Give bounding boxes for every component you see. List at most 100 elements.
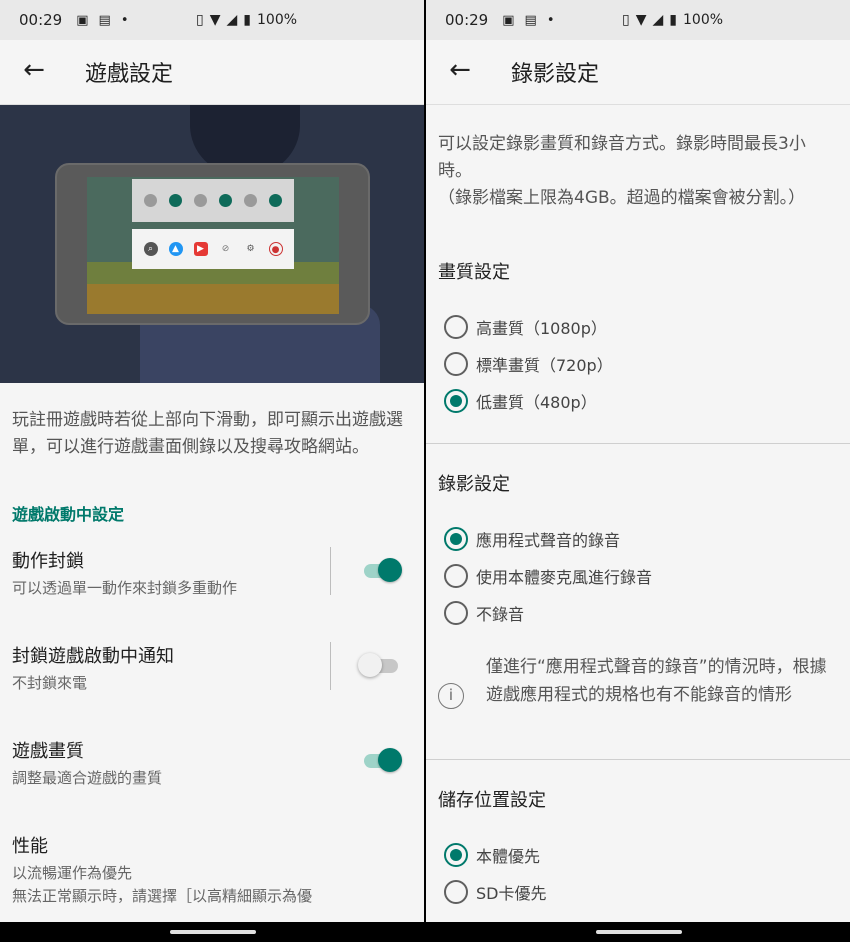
storage-radio-group: 本體優先 SD卡優先: [426, 836, 850, 910]
setting-title: 動作封鎖: [12, 551, 84, 572]
page-title: 錄影設定: [511, 62, 600, 87]
battery-level: 100%: [683, 12, 724, 28]
radio-button-selected[interactable]: [444, 842, 468, 867]
game-settings-screen: 00:29 ▣ ▤ • ▯ ▼ ◢ ▮ 100% ← 遊戲設定 ⌕ ▲ ▶ ⊘ …: [0, 0, 424, 942]
storage-heading: 儲存位置設定: [438, 790, 546, 811]
recording-option-microphone[interactable]: 使用本體麥克風進行錄音: [426, 557, 850, 594]
battery-icon: ▮: [669, 12, 677, 28]
setting-title: 遊戲畫質: [12, 741, 84, 762]
section-label-in-game: 遊戲啟動中設定: [12, 505, 125, 524]
status-bar: 00:29 ▣ ▤ • ▯ ▼ ◢ ▮ 100%: [426, 0, 850, 40]
setting-game-quality[interactable]: 遊戲畫質 調整最適合遊戲的畫質: [0, 737, 424, 832]
game-settings-description: 玩註冊遊戲時若從上部向下滑動，即可顯示出遊戲選單，可以進行遊戲畫面側錄以及搜尋攻…: [12, 410, 403, 457]
radio-label: 高畫質（1080p）: [476, 318, 607, 338]
wifi-icon: ▼: [635, 12, 647, 28]
illustration-tool-row: ⌕ ▲ ▶ ⊘ ⚙ ●: [132, 229, 294, 269]
recording-option-app-audio[interactable]: 應用程式聲音的錄音: [426, 520, 850, 557]
app-bar: ← 錄影設定: [426, 40, 850, 105]
wifi-icon: ▼: [209, 12, 221, 28]
radio-button[interactable]: [444, 563, 468, 588]
radio-label: SD卡優先: [476, 883, 547, 903]
radio-button-selected[interactable]: [444, 526, 468, 551]
quality-option-1080p[interactable]: 高畫質（1080p）: [426, 308, 850, 345]
info-icon: i: [438, 683, 464, 709]
radio-button[interactable]: [444, 314, 468, 339]
gesture-lock-toggle[interactable]: [364, 557, 402, 585]
vibrate-icon: ▯: [196, 12, 204, 28]
setting-subtitle: 不封鎖來電: [12, 674, 88, 692]
page-title: 遊戲設定: [85, 62, 174, 87]
signal-icon: ◢: [226, 12, 238, 28]
status-right: ▯ ▼ ◢ ▮ 100%: [622, 12, 723, 28]
recording-settings-screen: 00:29 ▣ ▤ • ▯ ▼ ◢ ▮ 100% ← 錄影設定 可以設定錄影畫質…: [426, 0, 850, 942]
radio-button[interactable]: [444, 351, 468, 376]
recording-heading: 錄影設定: [438, 474, 510, 495]
triangle-icon: ▲: [168, 242, 183, 256]
info-note-text: 僅進行“應用程式聲音的錄音”的情況時，根據遊戲應用程式的規格也有不能錄音的情形: [486, 657, 827, 705]
recording-radio-group: 應用程式聲音的錄音 使用本體麥克風進行錄音 不錄音: [426, 520, 850, 631]
setting-title: 封鎖遊戲啟動中通知: [12, 646, 174, 667]
video-icon: ▶: [193, 242, 208, 256]
description-note: （錄影檔案上限為4GB。超過的檔案會被分割。）: [438, 188, 806, 208]
app-bar: ← 遊戲設定: [0, 40, 424, 105]
battery-icon: ▮: [243, 12, 251, 28]
more-notifications-icon: •: [120, 12, 129, 28]
divider: [330, 642, 331, 690]
setting-subtitle: 以流暢運作為優先: [12, 864, 133, 882]
radio-label: 本體優先: [476, 846, 541, 866]
illustration-phone: ⌕ ▲ ▶ ⊘ ⚙ ●: [55, 163, 370, 325]
setting-block-notifications[interactable]: 封鎖遊戲啟動中通知 不封鎖來電: [0, 642, 424, 737]
recording-option-none[interactable]: 不錄音: [426, 594, 850, 631]
quality-heading: 畫質設定: [438, 262, 510, 283]
home-gesture-handle[interactable]: [596, 930, 682, 934]
setting-subtitle: 調整最適合遊戲的畫質: [12, 769, 163, 787]
more-notifications-icon: •: [546, 12, 555, 28]
status-time: 00:29: [445, 11, 489, 29]
game-quality-toggle[interactable]: [364, 747, 402, 775]
search-icon: ⌕: [143, 242, 158, 256]
back-arrow-icon[interactable]: ←: [426, 57, 494, 87]
status-bar: 00:29 ▣ ▤ • ▯ ▼ ◢ ▮ 100%: [0, 0, 424, 40]
navigation-bar: [0, 922, 424, 942]
setting-gesture-lock[interactable]: 動作封鎖 可以透過單一動作來封鎖多重動作: [0, 547, 424, 642]
description-line: 可以設定錄影畫質和錄音方式。錄影時間最長3小時。: [438, 134, 806, 181]
radio-label: 標準畫質（720p）: [476, 355, 613, 375]
quality-radio-group: 高畫質（1080p） 標準畫質（720p） 低畫質（480p）: [426, 308, 850, 419]
setting-performance[interactable]: 性能 以流暢運作為優先 無法正常顯示時，請選擇［以高精細顯示為優: [0, 832, 424, 906]
radio-label: 使用本體麥克風進行錄音: [476, 567, 653, 587]
record-icon: ●: [268, 242, 283, 256]
radio-button-selected[interactable]: [444, 388, 468, 413]
home-gesture-handle[interactable]: [170, 930, 256, 934]
section-divider: [426, 759, 850, 760]
battery-level: 100%: [257, 12, 298, 28]
setting-title: 性能: [12, 836, 48, 857]
storage-option-internal[interactable]: 本體優先: [426, 836, 850, 873]
quality-option-720p[interactable]: 標準畫質（720p）: [426, 345, 850, 382]
no-notification-icon: ⊘: [221, 244, 230, 254]
recording-description: 可以設定錄影畫質和錄音方式。錄影時間最長3小時。 （錄影檔案上限為4GB。超過的…: [426, 105, 850, 212]
vibrate-icon: ▯: [622, 12, 630, 28]
image-notification-icon: ▣: [502, 12, 515, 28]
storage-option-sd-card[interactable]: SD卡優先: [426, 873, 850, 910]
message-notification-icon: ▤: [98, 12, 111, 28]
navigation-bar: [426, 922, 850, 942]
illustration-toggle-row: [132, 179, 294, 222]
radio-button[interactable]: [444, 600, 468, 625]
status-right: ▯ ▼ ◢ ▮ 100%: [196, 12, 297, 28]
message-notification-icon: ▤: [524, 12, 537, 28]
gear-icon: ⚙: [246, 244, 255, 254]
quality-option-480p[interactable]: 低畫質（480p）: [426, 382, 850, 419]
image-notification-icon: ▣: [76, 12, 89, 28]
recording-info-note: i 僅進行“應用程式聲音的錄音”的情況時，根據遊戲應用程式的規格也有不能錄音的情…: [426, 653, 850, 747]
radio-label: 低畫質（480p）: [476, 392, 597, 412]
setting-subtitle: 可以透過單一動作來封鎖多重動作: [12, 579, 238, 597]
radio-button[interactable]: [444, 879, 468, 904]
divider: [330, 547, 331, 595]
section-divider: [426, 443, 850, 444]
block-notifications-toggle[interactable]: [358, 652, 400, 680]
radio-label: 應用程式聲音的錄音: [476, 530, 621, 550]
back-arrow-icon[interactable]: ←: [0, 57, 68, 87]
status-time: 00:29: [19, 11, 63, 29]
signal-icon: ◢: [652, 12, 664, 28]
game-menu-illustration: ⌕ ▲ ▶ ⊘ ⚙ ●: [0, 105, 424, 383]
